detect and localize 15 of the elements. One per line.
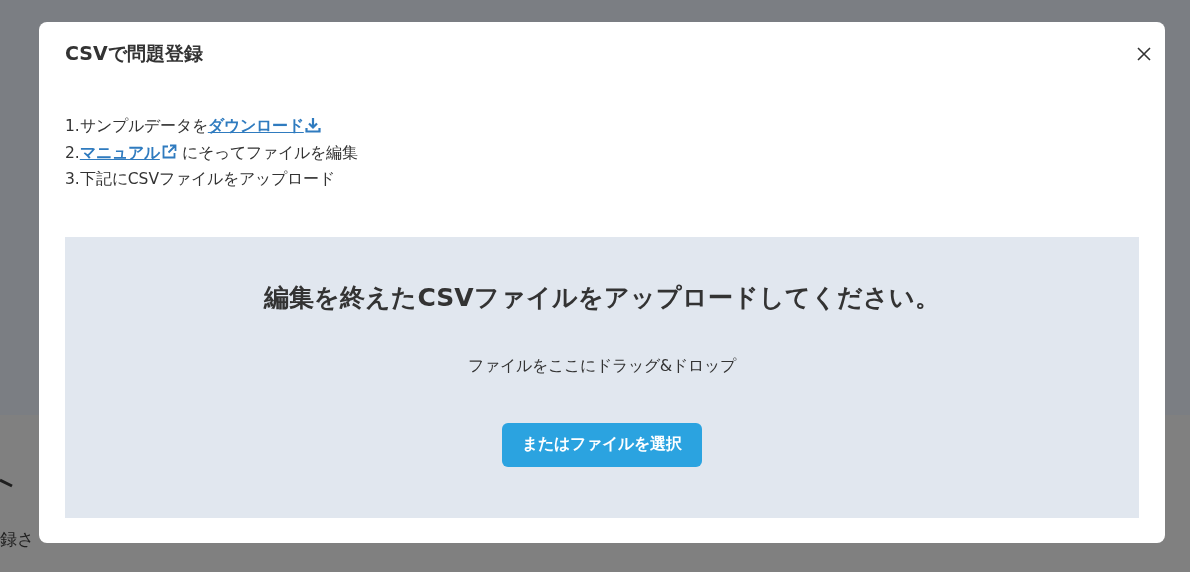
close-icon (1137, 47, 1151, 61)
step-text: 2.マニュアル にそってファイルを編集 (65, 142, 359, 164)
link[interactable]: ダウンロード (207, 117, 321, 135)
step-text: 1.サンプルデータをダウンロード (65, 113, 1139, 140)
drop-heading: 編集を終えたCSVファイルをアップロードしてください。 (264, 281, 940, 314)
step-text: 3.下記にCSVファイルをアップロード (65, 169, 337, 190)
stroke-icon (0, 478, 14, 488)
drop-hint: ファイルをここにドラッグ&ドロップ (467, 355, 737, 377)
notice-text: 録さ (0, 528, 34, 551)
external-link-icon (160, 143, 177, 160)
select-file-button[interactable]: またはファイルを選択 (502, 422, 702, 467)
link[interactable]: マニュアル (79, 143, 177, 162)
download-icon (304, 117, 321, 133)
drop-zone[interactable]: 編集を終えたCSVファイルをアップロードしてください。 ファイルをここにドラッグ&ドロップ またはファイルを選択 (65, 236, 1139, 518)
dialog-title: CSVで問題登録 (65, 41, 203, 66)
